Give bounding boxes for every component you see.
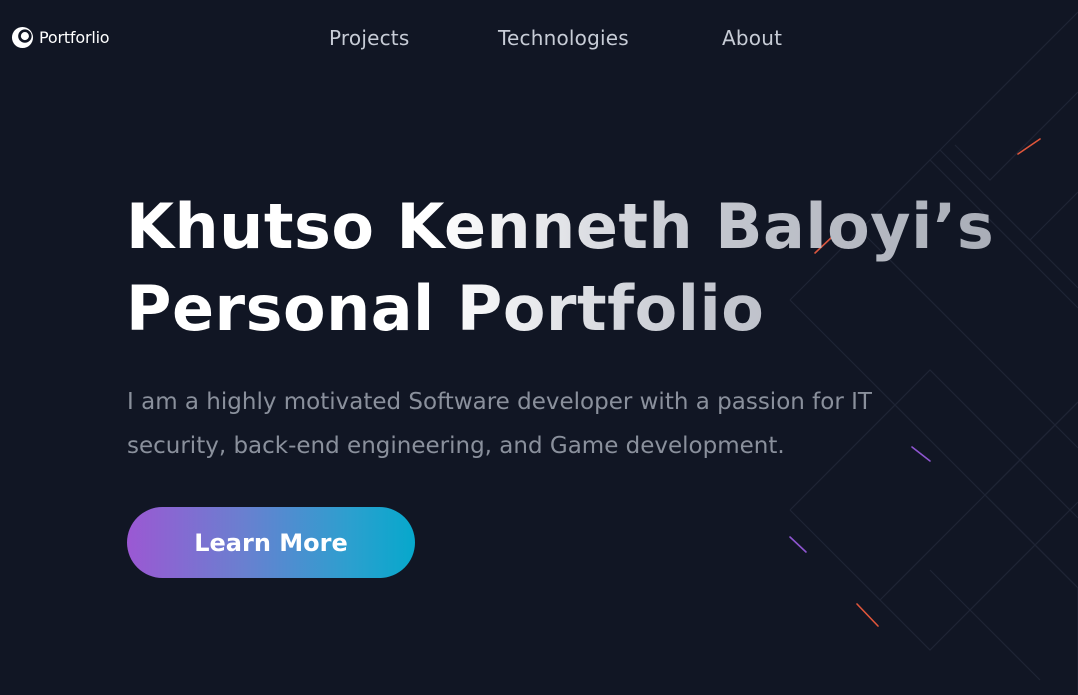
hero-description: I am a highly motivated Software develop… [127,389,872,459]
top-navigation: Portforlio Projects Technologies About [0,0,1078,78]
nav-link-projects[interactable]: Projects [329,26,409,50]
logo-text: Portforlio [39,28,110,47]
learn-more-button[interactable]: Learn More [127,507,415,578]
portfolio-logo-icon [11,26,34,49]
hero-title: Khutso Kenneth Baloyi’s Personal Portfol… [126,186,994,350]
logo-link[interactable]: Portforlio [11,26,110,49]
hero-title-line-2: Personal Portfolio [126,272,765,345]
nav-link-technologies[interactable]: Technologies [498,26,629,50]
nav-link-about[interactable]: About [722,26,782,50]
hero-title-line-1: Khutso Kenneth Baloyi’s [126,190,995,263]
